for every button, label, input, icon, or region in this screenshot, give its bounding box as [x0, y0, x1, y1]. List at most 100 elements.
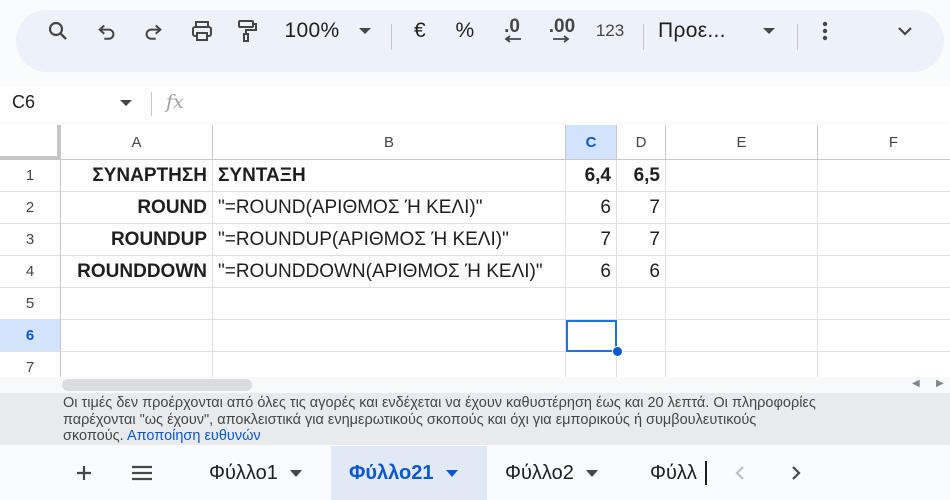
column-header-b[interactable]: B: [213, 125, 566, 160]
more-vert-icon[interactable]: [812, 0, 838, 62]
name-box[interactable]: C6: [12, 92, 35, 113]
cell-c1[interactable]: 6,4: [566, 160, 617, 192]
undo-icon[interactable]: [90, 0, 124, 62]
print-icon[interactable]: [184, 0, 220, 62]
scrollbar-thumb[interactable]: [62, 379, 252, 391]
fill-handle[interactable]: [612, 346, 623, 357]
number-format-button[interactable]: 123: [590, 0, 630, 62]
row-header-2[interactable]: 2: [0, 192, 61, 224]
scroll-right-icon[interactable]: ▶: [936, 378, 944, 389]
search-icon[interactable]: [40, 0, 76, 62]
cell-e7[interactable]: [666, 352, 818, 377]
decrease-decimals-button[interactable]: .0: [494, 0, 530, 62]
cell-f6[interactable]: [818, 320, 950, 352]
cell-b1[interactable]: ΣΥΝΤΑΞΗ: [213, 160, 566, 192]
cell-b7[interactable]: [213, 352, 566, 377]
all-sheets-menu-icon[interactable]: [122, 446, 162, 500]
sheet-tab-4[interactable]: Φύλλ: [633, 461, 707, 485]
cell-e1[interactable]: [666, 160, 818, 192]
cell-a7[interactable]: [61, 352, 213, 377]
sheet-tab-3[interactable]: Φύλλο2: [487, 446, 633, 500]
cell-e2[interactable]: [666, 192, 818, 224]
cell-f1[interactable]: [818, 160, 950, 192]
chevron-down-icon[interactable]: [585, 469, 598, 477]
cell-d4[interactable]: 6: [617, 256, 666, 288]
currency-format-button[interactable]: €: [405, 0, 435, 62]
font-style-select[interactable]: Προε...: [658, 0, 738, 62]
zoom-select[interactable]: 100%: [280, 0, 344, 62]
horizontal-scrollbar[interactable]: ◀ ▶: [0, 377, 950, 393]
percent-format-button[interactable]: %: [450, 0, 480, 62]
cell-f7[interactable]: [818, 352, 950, 377]
scroll-tabs-left-icon[interactable]: [722, 446, 758, 500]
cell-f4[interactable]: [818, 256, 950, 288]
column-header-c[interactable]: C: [566, 125, 617, 160]
active-cell-outline: [566, 320, 617, 352]
column-header-f[interactable]: F: [818, 125, 950, 160]
select-all-corner[interactable]: [0, 125, 61, 160]
cell-c2[interactable]: 6: [566, 192, 617, 224]
cell-d1[interactable]: 6,5: [617, 160, 666, 192]
column-header-a[interactable]: A: [61, 125, 213, 160]
row-header-3[interactable]: 3: [0, 224, 61, 256]
formula-bar: C6 fx: [0, 86, 950, 122]
row-header-5[interactable]: 5: [0, 288, 61, 320]
row-header-7[interactable]: 7: [0, 352, 61, 377]
formula-input[interactable]: [200, 94, 940, 114]
chevron-down-icon[interactable]: [352, 0, 378, 62]
cell-e4[interactable]: [666, 256, 818, 288]
chevron-down-icon[interactable]: [119, 99, 133, 107]
cell-f2[interactable]: [818, 192, 950, 224]
cell-b2[interactable]: "=ROUND(ΑΡΙΘΜΟΣ Ή ΚΕΛΙ)": [213, 192, 566, 224]
cell-a3[interactable]: ROUNDUP: [61, 224, 213, 256]
row-header-4[interactable]: 4: [0, 256, 61, 288]
row-header-6[interactable]: 6: [0, 320, 61, 352]
redo-icon[interactable]: [136, 0, 170, 62]
cell-b3[interactable]: "=ROUNDUP(ΑΡΙΘΜΟΣ Ή ΚΕΛΙ)": [213, 224, 566, 256]
spreadsheet-grid: A B C D E F 1 2 3 4 5 6 7 ΣΥΝΑΡΤΗΣΗ ΣΥΝΤ…: [0, 125, 950, 377]
collapse-chevron-icon[interactable]: [888, 0, 922, 62]
cell-a5[interactable]: [61, 288, 213, 320]
cell-d7[interactable]: [617, 352, 666, 377]
cell-a6[interactable]: [61, 320, 213, 352]
cell-c7[interactable]: [566, 352, 617, 377]
cell-d5[interactable]: [617, 288, 666, 320]
scroll-tabs-right-icon[interactable]: [778, 446, 814, 500]
disclaimer-line-1: Οι τιμές δεν προέρχονται από όλες τις αγ…: [63, 395, 816, 411]
cell-e3[interactable]: [666, 224, 818, 256]
sheet-tab-1-label: Φύλλο1: [209, 461, 278, 484]
cell-c5[interactable]: [566, 288, 617, 320]
cell-f5[interactable]: [818, 288, 950, 320]
cell-b6[interactable]: [213, 320, 566, 352]
cell-a2[interactable]: ROUND: [61, 192, 213, 224]
increase-decimals-label: .00: [548, 16, 576, 37]
cell-a4[interactable]: ROUNDDOWN: [61, 256, 213, 288]
sheet-tab-3-label: Φύλλο2: [505, 461, 574, 484]
cell-f3[interactable]: [818, 224, 950, 256]
column-header-d[interactable]: D: [617, 125, 666, 160]
sheet-tab-2-label: Φύλλο21: [349, 461, 434, 484]
cell-c3[interactable]: 7: [566, 224, 617, 256]
increase-decimals-button[interactable]: .00: [542, 0, 582, 62]
cell-d6[interactable]: [617, 320, 666, 352]
cell-b4[interactable]: "=ROUNDDOWN(ΑΡΙΘΜΟΣ Ή ΚΕΛΙ)": [213, 256, 566, 288]
disclaimer-link[interactable]: Αποποίηση ευθυνών: [127, 428, 261, 444]
scroll-left-icon[interactable]: ◀: [912, 378, 920, 389]
column-header-e[interactable]: E: [666, 125, 818, 160]
add-sheet-icon[interactable]: [64, 446, 104, 500]
cell-b5[interactable]: [213, 288, 566, 320]
paint-format-icon[interactable]: [230, 0, 264, 62]
chevron-down-icon[interactable]: [445, 469, 458, 477]
cell-e6[interactable]: [666, 320, 818, 352]
chevron-down-icon[interactable]: [756, 0, 782, 62]
finance-disclaimer: Οι τιμές δεν προέρχονται από όλες τις αγ…: [0, 393, 950, 445]
cell-d3[interactable]: 7: [617, 224, 666, 256]
cell-a1[interactable]: ΣΥΝΑΡΤΗΣΗ: [61, 160, 213, 192]
sheet-tab-2[interactable]: Φύλλο21: [331, 446, 487, 500]
cell-c4[interactable]: 6: [566, 256, 617, 288]
cell-d2[interactable]: 7: [617, 192, 666, 224]
chevron-down-icon[interactable]: [289, 469, 302, 477]
cell-e5[interactable]: [666, 288, 818, 320]
row-header-1[interactable]: 1: [0, 160, 61, 192]
sheet-tab-1[interactable]: Φύλλο1: [195, 446, 331, 500]
